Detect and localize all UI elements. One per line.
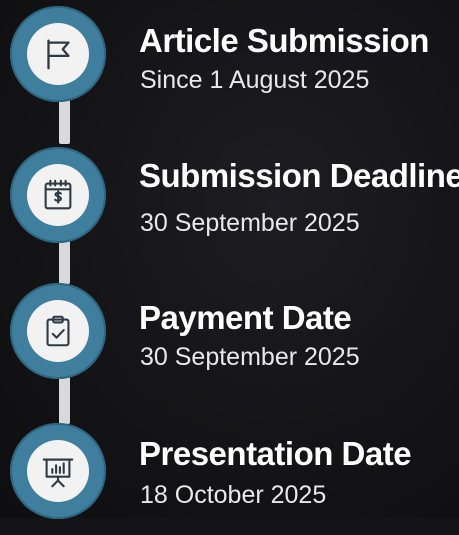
timeline-step-presentation-date: Presentation Date 18 October 2025 [0, 415, 459, 535]
timeline-node [10, 147, 106, 243]
timeline-step-submission-deadline: Submission Deadline 30 September 2025 [0, 135, 459, 255]
flag-icon [47, 39, 70, 70]
step-title: Payment Date [139, 299, 352, 336]
step-date: 30 September 2025 [140, 209, 360, 237]
step-title: Submission Deadline [139, 157, 459, 194]
timeline-node [10, 423, 106, 519]
step-date: 18 October 2025 [140, 481, 327, 509]
timeline-step-payment-date: Payment Date 30 September 2025 [0, 275, 459, 395]
timeline-node [10, 283, 106, 379]
calendar-dollar-icon [44, 179, 72, 210]
step-title: Presentation Date [139, 435, 412, 472]
timeline-step-article-submission: Article Submission Since 1 August 2025 [0, 0, 459, 120]
timeline-node [10, 6, 106, 102]
timeline: Article Submission Since 1 August 2025 S… [0, 0, 459, 519]
presentation-board-icon [42, 458, 74, 488]
clipboard-check-icon [46, 315, 70, 347]
step-date: Since 1 August 2025 [140, 66, 370, 94]
step-title: Article Submission [139, 22, 429, 59]
step-date: 30 September 2025 [140, 343, 360, 371]
